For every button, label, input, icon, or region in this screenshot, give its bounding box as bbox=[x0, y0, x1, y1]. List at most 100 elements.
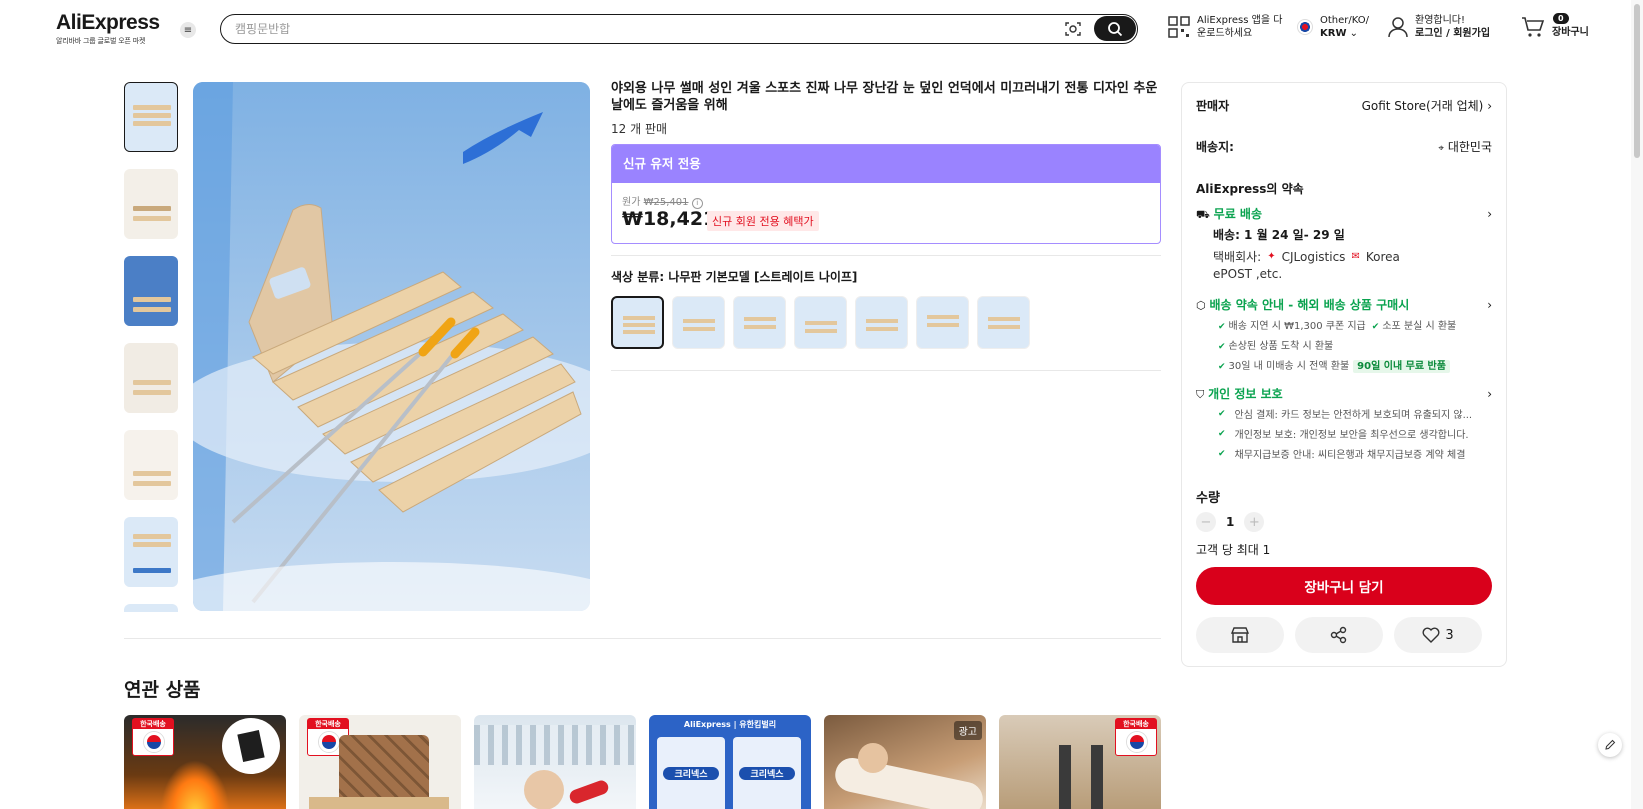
thumbnail-list bbox=[124, 82, 180, 612]
quantity-stepper: − 1 + bbox=[1196, 512, 1265, 532]
courier-label: 택배회사: bbox=[1213, 250, 1262, 264]
related-product-3[interactable] bbox=[474, 715, 636, 809]
color-option-label: 색상 분류: 나무판 기본모델 [스트레이트 나이프] bbox=[611, 270, 858, 284]
region-selector[interactable]: Other/KO/KRW ⌄ bbox=[1297, 14, 1369, 40]
quantity-limit: 고객 당 최대 1 bbox=[1196, 543, 1271, 557]
related-product-5[interactable]: 광고 bbox=[824, 715, 986, 809]
thumbnail-3[interactable] bbox=[124, 256, 178, 326]
new-user-banner: 신규 유저 전용 bbox=[612, 145, 1160, 183]
courier-row: 택배회사: ✦ CJLogistics ✉ Korea bbox=[1213, 248, 1473, 265]
thumbnail-1[interactable] bbox=[124, 82, 178, 152]
user-icon bbox=[1388, 17, 1408, 38]
truck-icon: ⛟ bbox=[1196, 208, 1210, 221]
guarantee-line-1: ✔ 배송 지연 시 ₩1,300 쿠폰 지급 ✔ 소포 분실 시 환불 bbox=[1218, 321, 1457, 332]
category-menu-button[interactable]: ≡ bbox=[180, 22, 196, 38]
wishlist-count: 3 bbox=[1445, 627, 1454, 643]
image-search-icon[interactable] bbox=[1063, 19, 1083, 39]
logo-text: AliExpress bbox=[56, 11, 160, 34]
promo-tag: 신규 회원 전용 혜택가 bbox=[707, 211, 819, 231]
quantity-value[interactable]: 1 bbox=[1226, 515, 1234, 529]
aliexpress-logo[interactable]: AliExpress 알리바바 그룹 글로벌 오픈 마켓 bbox=[56, 11, 160, 46]
courier-korea: Korea bbox=[1365, 249, 1400, 264]
swatch-1[interactable] bbox=[611, 296, 664, 349]
logo-subtitle: 알리바바 그룹 글로벌 오픈 마켓 bbox=[56, 37, 146, 45]
person-image bbox=[524, 770, 564, 809]
thumbnail-6[interactable] bbox=[124, 517, 178, 587]
courier-epost: ePOST ,etc. bbox=[1213, 267, 1283, 281]
thumbnail-7[interactable] bbox=[124, 604, 178, 612]
cart-icon bbox=[1522, 16, 1545, 37]
login-link[interactable]: 로그인 / 회원가입 bbox=[1415, 28, 1490, 39]
promise-title-row: AliExpress의 약속 bbox=[1196, 180, 1492, 197]
related-product-1[interactable]: 한국배송 bbox=[124, 715, 286, 809]
ad-badge: 광고 bbox=[953, 721, 982, 740]
related-product-4[interactable]: AliExpress | 유한킴벌리 크리넥스 크리넥스 bbox=[649, 715, 811, 809]
swatch-4[interactable] bbox=[794, 296, 847, 349]
region-text: Other/KO/ bbox=[1320, 15, 1370, 26]
original-price: 원가 ₩25,401 i bbox=[622, 193, 703, 209]
swatch-7[interactable] bbox=[977, 296, 1030, 349]
app-line-2: 운로드하세요 bbox=[1197, 28, 1253, 39]
sled-image bbox=[193, 82, 590, 611]
kleenex-pack-1: 크리넥스 bbox=[657, 737, 725, 809]
scrollbar-thumb[interactable] bbox=[1634, 4, 1640, 158]
add-to-cart-button[interactable]: 장바구니 담기 bbox=[1196, 567, 1492, 605]
privacy-row[interactable]: ⛉ 개인 정보 보호 › bbox=[1196, 385, 1492, 402]
shipping-guarantee-row[interactable]: ⬡ 배송 약속 안내 - 해외 배송 상품 구매시 › bbox=[1196, 296, 1492, 313]
cart-button[interactable]: 0 장바구니 bbox=[1521, 13, 1589, 39]
korea-post-icon: ✉ bbox=[1351, 251, 1360, 262]
divider bbox=[611, 255, 1161, 256]
account-menu[interactable]: 환영합니다! 로그인 / 회원가입 bbox=[1388, 14, 1490, 40]
cart-count-badge: 0 bbox=[1553, 13, 1569, 24]
free-shipping-row[interactable]: ⛟ 무료 배송 › bbox=[1196, 205, 1492, 223]
privacy-line-2: ✔ 개인정보 보호: 개인정보 보안을 최우선으로 생각합니다. bbox=[1218, 428, 1469, 442]
header: AliExpress 알리바바 그룹 글로벌 오픈 마켓 ≡ AliExpres… bbox=[0, 0, 1630, 58]
kleenex-pack-2: 크리넥스 bbox=[733, 737, 801, 809]
qr-code-icon bbox=[1168, 16, 1190, 38]
thumbnail-5[interactable] bbox=[124, 430, 178, 500]
swatch-3[interactable] bbox=[733, 296, 786, 349]
wood-blocks-image bbox=[339, 735, 429, 805]
snow-trees-image bbox=[474, 725, 636, 765]
korea-flag-icon bbox=[1297, 19, 1313, 35]
swatch-2[interactable] bbox=[672, 296, 725, 349]
welcome-text: 환영합니다! bbox=[1415, 15, 1466, 26]
thumbnail-2[interactable] bbox=[124, 169, 178, 239]
sale-price: ₩18,421 bbox=[622, 208, 717, 230]
store-button[interactable] bbox=[1196, 617, 1284, 653]
search-bar bbox=[220, 14, 1138, 44]
privacy-line-1: ✔ 안심 결제: 카드 정보는 안전하게 보호되며 유출되지 않... bbox=[1218, 408, 1473, 422]
thumbnail-4[interactable] bbox=[124, 343, 178, 413]
swatch-5[interactable] bbox=[855, 296, 908, 349]
decrease-button[interactable]: − bbox=[1196, 512, 1216, 532]
pillow-image bbox=[832, 754, 986, 809]
ship-to-country: 대한민국 bbox=[1447, 140, 1492, 154]
ship-to-label: 배송지: bbox=[1196, 140, 1234, 154]
related-product-6[interactable]: 한국배송 bbox=[999, 715, 1161, 809]
purchase-card: 판매자 Gofit Store(거래 업체) › 배송지: ⌖ 대한민국 Ali… bbox=[1181, 82, 1507, 667]
quantity-label-row: 수량 bbox=[1196, 487, 1492, 506]
seller-row[interactable]: 판매자 Gofit Store(거래 업체) › bbox=[1196, 97, 1492, 114]
search-button[interactable] bbox=[1094, 16, 1136, 41]
chevron-right-icon: › bbox=[1487, 297, 1492, 312]
guarantee-title: 배송 약속 안내 - 해외 배송 상품 구매시 bbox=[1209, 298, 1410, 312]
chevron-right-icon: › bbox=[1487, 99, 1492, 113]
store-icon bbox=[1231, 627, 1249, 643]
search-input[interactable] bbox=[235, 20, 1015, 38]
share-button[interactable] bbox=[1295, 617, 1383, 653]
seller-name[interactable]: Gofit Store(거래 업체) bbox=[1362, 99, 1484, 113]
ship-to-row[interactable]: 배송지: ⌖ 대한민국 bbox=[1196, 138, 1492, 155]
related-product-2[interactable]: 한국배송 bbox=[299, 715, 461, 809]
free-shipping-text: 무료 배송 bbox=[1213, 207, 1263, 221]
product-main-image[interactable] bbox=[193, 82, 590, 611]
app-download[interactable]: AliExpress 앱을 다 운로드하세요 bbox=[1168, 14, 1282, 40]
heart-icon bbox=[1422, 627, 1440, 643]
edit-button[interactable] bbox=[1598, 733, 1622, 757]
ad-banner-text: AliExpress | 유한킴벌리 bbox=[683, 720, 777, 729]
swatch-6[interactable] bbox=[916, 296, 969, 349]
increase-button[interactable]: + bbox=[1244, 512, 1265, 532]
page-scrollbar[interactable] bbox=[1631, 0, 1643, 809]
color-swatches bbox=[611, 296, 1030, 349]
wishlist-button[interactable]: 3 bbox=[1394, 617, 1482, 653]
guarantee-line-2: ✔ 손상된 상품 도착 시 환불 bbox=[1218, 341, 1334, 352]
